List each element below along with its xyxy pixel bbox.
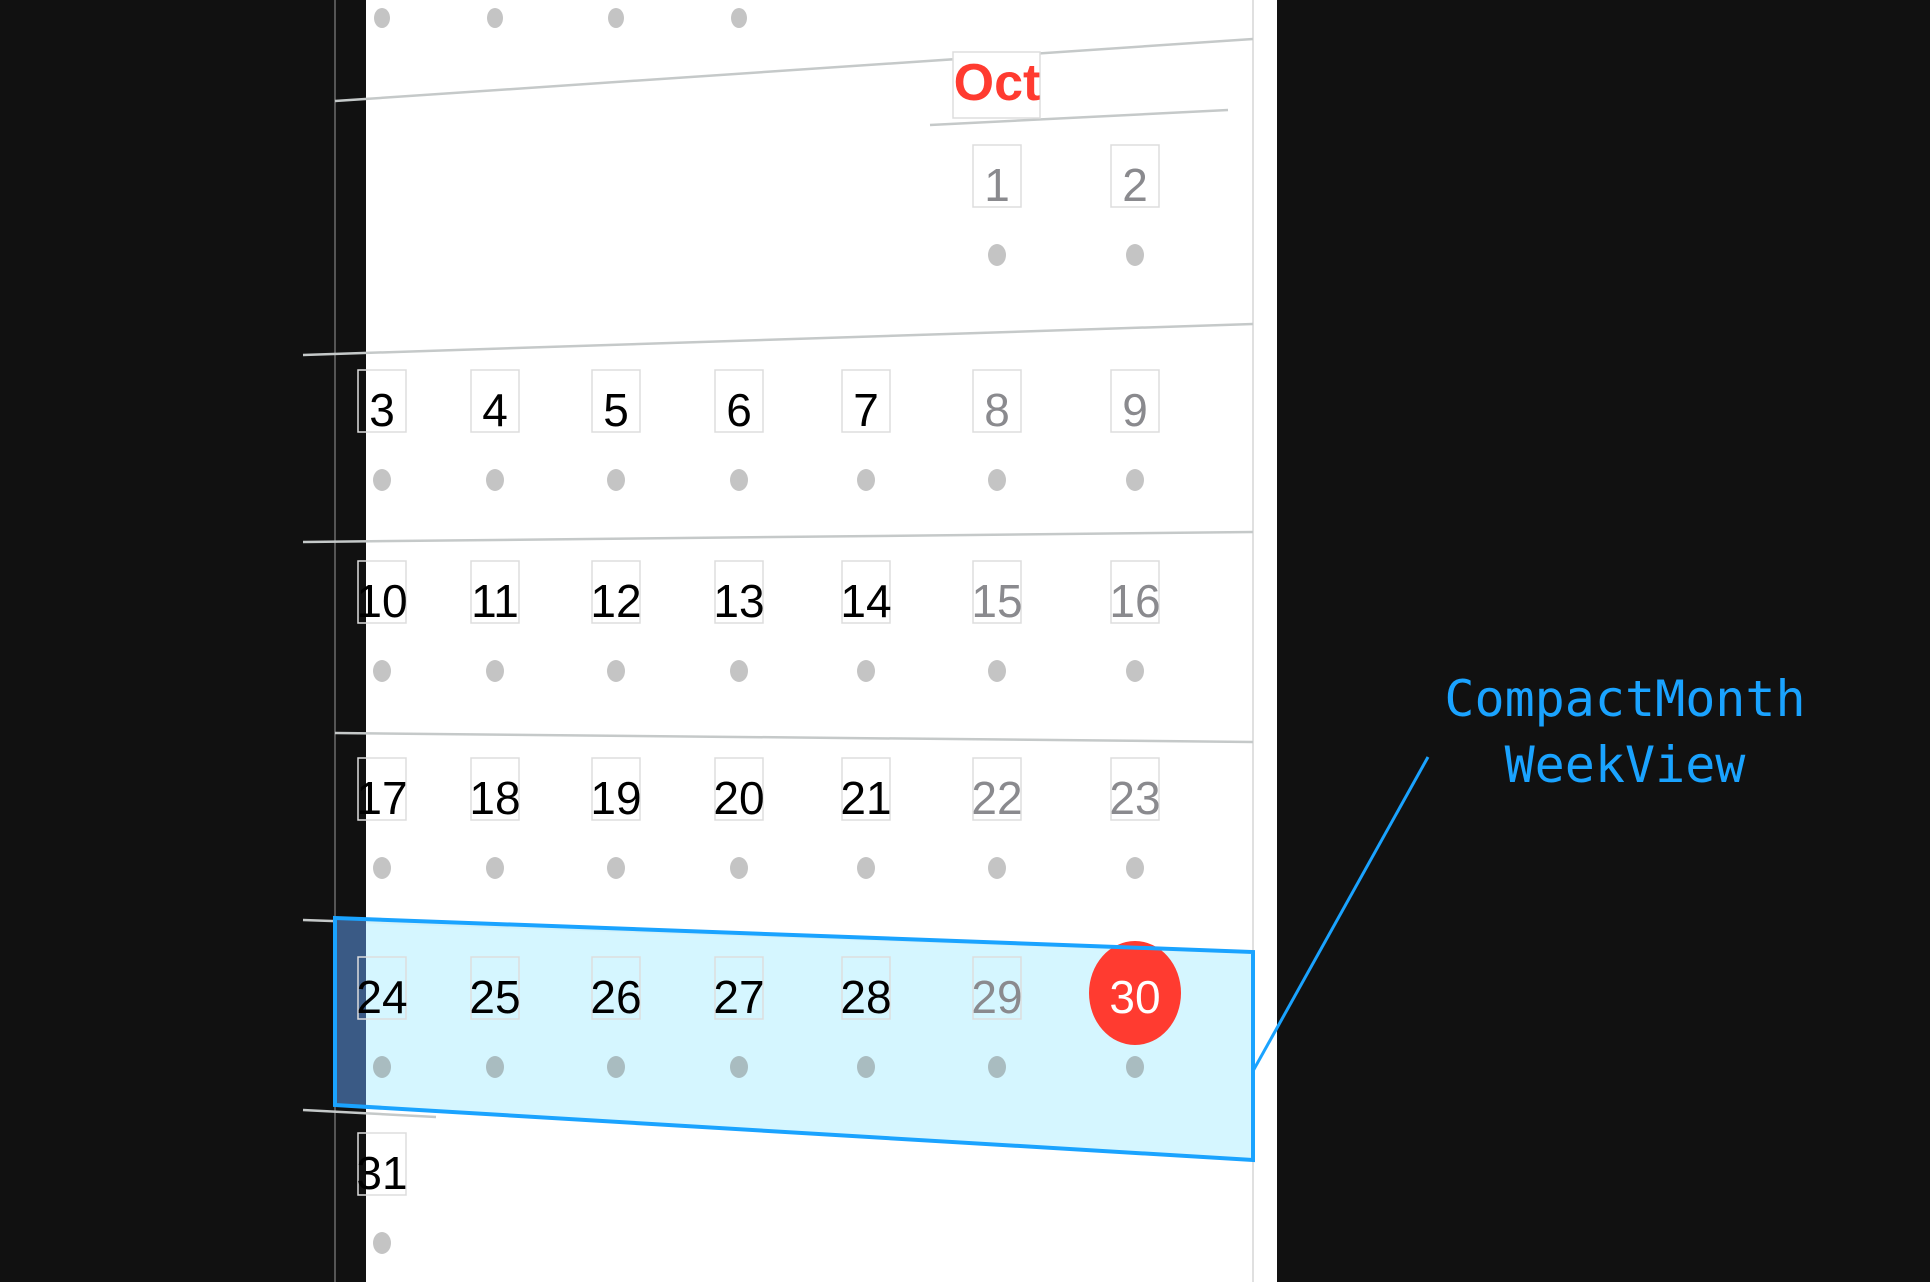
event-dot xyxy=(607,1056,625,1078)
day-number: 9 xyxy=(1122,384,1148,436)
month-label: Oct xyxy=(954,54,1041,112)
day-number: 23 xyxy=(1109,772,1160,824)
event-dot xyxy=(486,857,504,879)
event-dot xyxy=(373,1232,391,1254)
event-dot xyxy=(988,857,1006,879)
event-dot xyxy=(1126,1056,1144,1078)
event-dot xyxy=(374,8,390,28)
day-number: 21 xyxy=(840,772,891,824)
event-dot xyxy=(487,8,503,28)
day-number: 4 xyxy=(482,384,508,436)
event-dot xyxy=(1126,857,1144,879)
day-number: 19 xyxy=(590,772,641,824)
event-dot xyxy=(373,660,391,682)
event-dot xyxy=(730,469,748,491)
day-number: 8 xyxy=(984,384,1010,436)
day-number: 26 xyxy=(590,971,641,1023)
day-number: 2 xyxy=(1122,159,1148,211)
annotation-line2: WeekView xyxy=(1505,736,1747,794)
event-dot xyxy=(373,857,391,879)
day-number: 14 xyxy=(840,575,891,627)
event-dot xyxy=(1126,660,1144,682)
day-number: 20 xyxy=(713,772,764,824)
event-dot xyxy=(373,469,391,491)
event-dot xyxy=(486,1056,504,1078)
day-number: 22 xyxy=(971,772,1022,824)
event-dot xyxy=(857,857,875,879)
event-dot xyxy=(857,660,875,682)
event-dot xyxy=(988,660,1006,682)
day-number: 12 xyxy=(590,575,641,627)
day-number: 24 xyxy=(356,971,407,1023)
event-dot xyxy=(857,1056,875,1078)
event-dot xyxy=(486,469,504,491)
day-number: 6 xyxy=(726,384,752,436)
day-number: 28 xyxy=(840,971,891,1023)
day-number: 7 xyxy=(853,384,879,436)
day-number: 15 xyxy=(971,575,1022,627)
event-dot xyxy=(730,660,748,682)
day-number: 1 xyxy=(984,159,1010,211)
event-dot xyxy=(373,1056,391,1078)
day-number: 3 xyxy=(369,384,395,436)
event-dot xyxy=(1126,244,1144,266)
day-number: 17 xyxy=(356,772,407,824)
event-dot xyxy=(730,857,748,879)
event-dot xyxy=(607,469,625,491)
event-dot xyxy=(1126,469,1144,491)
day-number: 27 xyxy=(713,971,764,1023)
event-dot xyxy=(607,660,625,682)
day-number: 30 xyxy=(1109,971,1160,1023)
annotation-line1: CompactMonth xyxy=(1444,670,1805,728)
event-dot xyxy=(731,8,747,28)
event-dot xyxy=(988,469,1006,491)
day-number: 16 xyxy=(1109,575,1160,627)
event-dot xyxy=(988,1056,1006,1078)
day-number: 29 xyxy=(971,971,1022,1023)
day-number: 10 xyxy=(356,575,407,627)
day-number: 11 xyxy=(471,575,519,627)
day-number: 18 xyxy=(469,772,520,824)
day-number: 13 xyxy=(713,575,764,627)
event-dot xyxy=(486,660,504,682)
event-dot xyxy=(988,244,1006,266)
event-dot xyxy=(857,469,875,491)
event-dot xyxy=(608,8,624,28)
day-number: 31 xyxy=(356,1147,407,1199)
calendar-canvas: Oct 1 23 4 5 6 7 8 910 11 12 13 14 15 1617 18 19 20 21 22 2… xyxy=(302,0,1806,1282)
annotation-leader-line xyxy=(1251,756,1430,1072)
event-dot xyxy=(607,857,625,879)
event-dot xyxy=(730,1056,748,1078)
day-number: 25 xyxy=(469,971,520,1023)
day-number: 5 xyxy=(603,384,629,436)
